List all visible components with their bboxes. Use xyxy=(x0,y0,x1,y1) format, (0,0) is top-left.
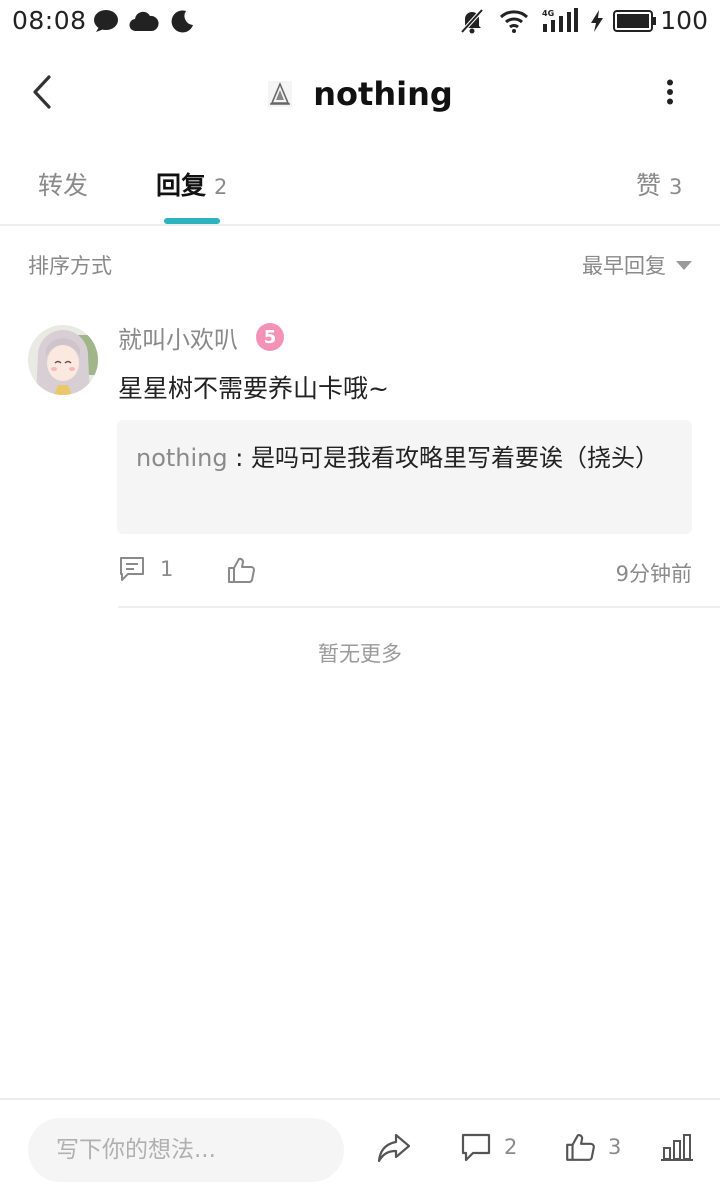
tab-likes-count: 3 xyxy=(669,175,683,199)
bottom-like-button[interactable]: 3 xyxy=(564,1132,621,1162)
level-badge: 5 xyxy=(256,323,284,351)
quoted-reply-separator: : xyxy=(227,444,251,472)
comment-username[interactable]: 就叫小欢叭 xyxy=(118,320,238,355)
cloud-icon xyxy=(128,8,160,34)
tab-replies[interactable]: 回复 2 xyxy=(156,166,227,202)
share-button[interactable] xyxy=(376,1132,412,1164)
comment-icon xyxy=(118,556,146,582)
more-options-button[interactable] xyxy=(650,74,690,114)
status-bar: 08:08 4G 100 xyxy=(0,0,720,42)
avatar[interactable] xyxy=(28,325,98,395)
chevron-left-icon xyxy=(31,75,53,113)
reply-button[interactable]: 1 xyxy=(118,556,173,582)
tab-forward-label: 转发 xyxy=(38,171,89,200)
stats-button[interactable] xyxy=(660,1132,694,1162)
no-more-label: 暂无更多 xyxy=(318,642,402,666)
mute-bell-icon xyxy=(458,8,486,34)
back-button[interactable] xyxy=(22,72,62,116)
moon-icon xyxy=(168,8,196,34)
status-time: 08:08 xyxy=(12,6,87,35)
sort-value: 最早回复 xyxy=(582,254,666,278)
tab-likes[interactable]: 赞 3 xyxy=(636,166,682,202)
share-arrow-icon xyxy=(376,1132,412,1164)
bar-chart-icon xyxy=(660,1132,694,1162)
sort-label: 排序方式 xyxy=(28,254,112,278)
sort-dropdown[interactable]: 最早回复 xyxy=(582,250,692,280)
comment-bubble-icon xyxy=(460,1132,492,1162)
quoted-reply-text: 是吗可是我看攻略里写着要诶（挠头） xyxy=(250,444,659,472)
tab-forward[interactable]: 转发 xyxy=(38,166,88,202)
tab-likes-label: 赞 xyxy=(636,171,662,200)
reply-count: 1 xyxy=(160,557,174,581)
charging-icon xyxy=(588,8,606,34)
thumbs-up-icon xyxy=(226,556,256,584)
comment-divider xyxy=(118,606,720,608)
signal-icon: 4G xyxy=(540,8,580,34)
bottom-bar-divider xyxy=(0,1098,720,1100)
thumbs-up-icon xyxy=(564,1132,596,1162)
quoted-reply-content: nothing : 是吗可是我看攻略里写着要诶（挠头） xyxy=(136,438,662,478)
caret-down-icon xyxy=(676,260,692,270)
page-title: nothing xyxy=(313,75,453,113)
user-avatar-small[interactable] xyxy=(267,81,293,107)
comment-timestamp: 9分钟前 xyxy=(615,562,692,586)
comment-input[interactable] xyxy=(28,1118,344,1182)
more-vertical-icon xyxy=(666,79,674,109)
bottom-comment-button[interactable]: 2 xyxy=(460,1132,517,1162)
quoted-reply-author[interactable]: nothing xyxy=(136,444,228,472)
message-bubble-icon xyxy=(92,8,120,34)
comment-text: 星星树不需要养山卡哦~ xyxy=(118,374,389,403)
wifi-icon xyxy=(498,8,530,34)
bottom-comment-count: 2 xyxy=(504,1135,518,1159)
tab-replies-label: 回复 xyxy=(156,171,207,200)
battery-icon xyxy=(612,8,658,34)
battery-percent: 100 xyxy=(660,6,708,35)
bottom-like-count: 3 xyxy=(608,1135,622,1159)
network-type-label: 4G xyxy=(542,9,554,18)
tab-replies-count: 2 xyxy=(214,175,228,199)
quoted-reply[interactable]: nothing : 是吗可是我看攻略里写着要诶（挠头） xyxy=(117,420,692,534)
tabs-divider xyxy=(0,224,720,226)
title-bar: nothing xyxy=(0,70,720,118)
comment-like-button[interactable] xyxy=(226,556,256,584)
